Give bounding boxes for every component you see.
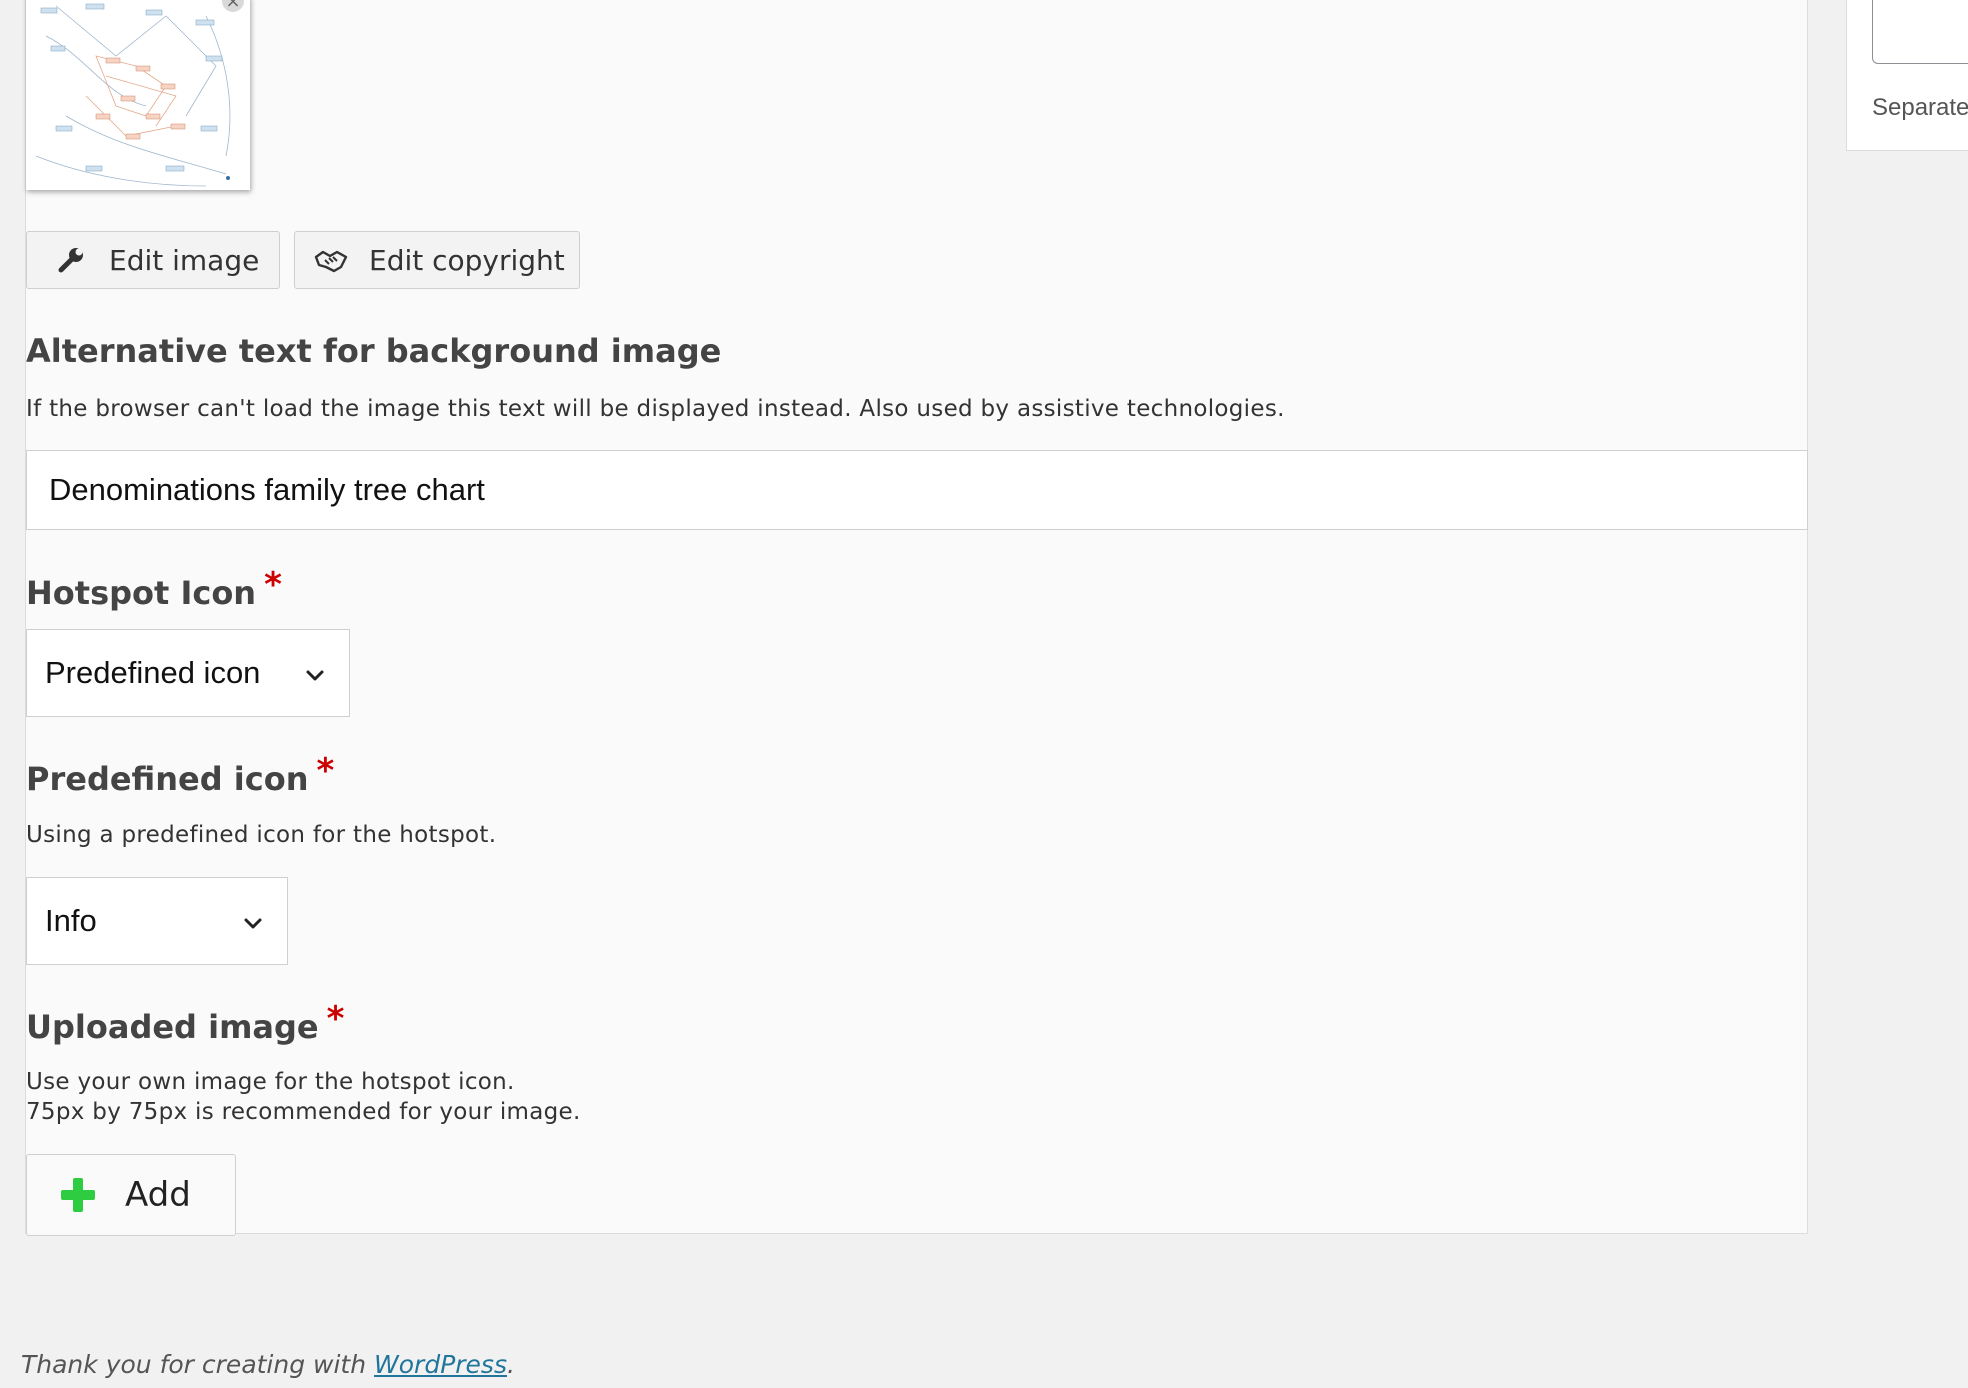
predefined-icon-selected: Info bbox=[45, 903, 97, 938]
edit-image-label: Edit image bbox=[109, 243, 260, 277]
required-marker: * bbox=[316, 751, 335, 791]
sidebar-textarea[interactable] bbox=[1872, 0, 1968, 64]
required-marker: * bbox=[326, 999, 345, 1039]
uploaded-image-label: Uploaded image * bbox=[26, 999, 344, 1047]
chevron-down-icon bbox=[241, 908, 265, 944]
footer-text: Thank you for creating with bbox=[21, 1350, 375, 1379]
edit-copyright-label: Edit copyright bbox=[369, 243, 565, 277]
alt-text-description: If the browser can't load the image this… bbox=[26, 396, 1285, 422]
uploaded-image-description-2: 75px by 75px is recommended for your ima… bbox=[26, 1099, 581, 1125]
handshake-icon bbox=[313, 242, 349, 278]
predefined-icon-select[interactable]: Info bbox=[26, 877, 288, 965]
admin-footer: Thank you for creating with WordPress. bbox=[21, 1350, 515, 1379]
alt-text-input[interactable] bbox=[26, 450, 1808, 530]
footer-suffix: . bbox=[506, 1350, 515, 1379]
editor-panel bbox=[25, 0, 1808, 1234]
add-label: Add bbox=[125, 1175, 191, 1215]
edit-copyright-button[interactable]: Edit copyright bbox=[294, 231, 580, 289]
predefined-icon-label-text: Predefined icon bbox=[26, 760, 309, 798]
required-marker: * bbox=[264, 565, 282, 605]
sidebar-separator-label: Separate bbox=[1872, 94, 1968, 121]
background-image-thumbnail[interactable] bbox=[26, 0, 250, 190]
uploaded-image-label-text: Uploaded image bbox=[26, 1008, 319, 1046]
predefined-icon-label: Predefined icon * bbox=[26, 751, 334, 799]
add-image-button[interactable]: Add bbox=[26, 1154, 236, 1236]
hotspot-icon-selected: Predefined icon bbox=[45, 655, 261, 690]
predefined-icon-description: Using a predefined icon for the hotspot. bbox=[26, 822, 497, 848]
edit-image-button[interactable]: Edit image bbox=[26, 231, 280, 289]
chevron-down-icon bbox=[303, 660, 327, 696]
plus-icon bbox=[59, 1176, 97, 1214]
hotspot-icon-label: Hotspot Icon * bbox=[26, 565, 282, 613]
hotspot-icon-select[interactable]: Predefined icon bbox=[26, 629, 350, 717]
wordpress-link[interactable]: WordPress bbox=[374, 1350, 507, 1379]
uploaded-image-description-1: Use your own image for the hotspot icon. bbox=[26, 1069, 515, 1095]
wrench-icon bbox=[53, 242, 89, 278]
hotspot-icon-label-text: Hotspot Icon bbox=[26, 574, 257, 612]
alt-text-label: Alternative text for background image bbox=[26, 332, 722, 370]
